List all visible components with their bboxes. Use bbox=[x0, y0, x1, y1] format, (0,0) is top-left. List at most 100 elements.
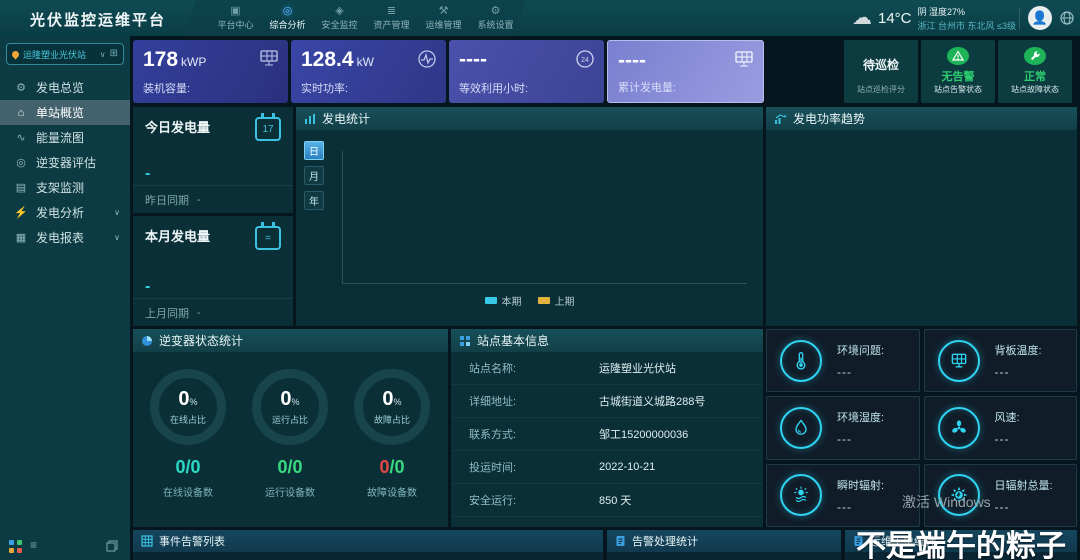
alarm-handling-stats-panel: 告警处理统计 bbox=[607, 530, 841, 560]
solar-panel-icon bbox=[259, 49, 279, 67]
toggle-month[interactable]: 月 bbox=[304, 166, 324, 185]
badge-alarm-status: 无告警 站点告警状态 bbox=[921, 40, 995, 103]
panel-title: 事件告警列表 bbox=[159, 536, 225, 548]
compare-label: 昨日同期 bbox=[145, 194, 189, 207]
count-running-devices: 0/0 运行设备数 bbox=[265, 457, 315, 499]
humidity-droplet-icon bbox=[780, 406, 822, 449]
legend-swatch bbox=[484, 297, 497, 304]
sidebar-item-generation-analysis[interactable]: ⚡ 发电分析 ∨ bbox=[0, 200, 130, 225]
info-row-address: 详细地址: 古城街道义城路288号 bbox=[451, 385, 763, 418]
main-nav: ▣ 平台中心 ◎ 综合分析 ◈ 安全监控 ≣ 资产管理 ⚒ 运维管理 ⚙ 系统设… bbox=[212, 0, 519, 36]
header-divider bbox=[1019, 7, 1020, 29]
period-toggles: 日 月 年 bbox=[304, 141, 324, 210]
kpi-value: 128.4 kW bbox=[301, 48, 374, 71]
sidebar-item-single-station-overview[interactable]: ⌂ 单站概览 bbox=[0, 100, 130, 125]
language-globe-icon[interactable] bbox=[1060, 11, 1074, 25]
toggle-year[interactable]: 年 bbox=[304, 191, 324, 210]
site-info-panel: 站点基本信息 站点名称: 运隆塑业光伏站 详细地址: 古城街道义城路288号 联… bbox=[451, 329, 763, 527]
panel-title: 逆变器状态统计 bbox=[159, 334, 244, 348]
bar-chart-icon bbox=[304, 113, 316, 125]
wrench-icon bbox=[1024, 47, 1046, 65]
badge-label: 站点告警状态 bbox=[934, 85, 982, 94]
station-switch-icon[interactable]: ⊞ bbox=[110, 49, 118, 59]
panel-header: 事件告警列表 bbox=[133, 530, 603, 552]
compare-footer: 昨日同期 - bbox=[133, 185, 293, 213]
kpi-value: 178 kWP bbox=[143, 48, 207, 71]
shield-icon: ◈ bbox=[335, 4, 344, 17]
weather-location: 浙江 台州市 东北风 ≤3级 bbox=[917, 20, 1016, 31]
nav-system-settings[interactable]: ⚙ 系统设置 bbox=[472, 0, 519, 36]
ring-fault-ratio: 0% 故障占比 bbox=[354, 369, 430, 445]
generation-statistics-panel: 发电统计 日 月 年 本期 上期 bbox=[296, 107, 763, 326]
legend-swatch bbox=[537, 297, 550, 304]
sidebar-item-label: 单站概览 bbox=[36, 106, 85, 120]
apps-grid-icon[interactable] bbox=[9, 540, 22, 553]
station-selector[interactable]: 运隆塑业光伏站 ∨ ⊞ bbox=[6, 43, 124, 65]
inverter-status-panel: 逆变器状态统计 0% 在线占比 0% 运行占比 0% 故障占比 0/0 在线设备… bbox=[133, 329, 448, 527]
tile-instant-irradiance: 瞬时辐射: --- bbox=[766, 463, 920, 527]
sidebar-item-generation-report[interactable]: ▦ 发电报表 ∨ bbox=[0, 225, 130, 250]
today-generation-card: 今日发电量 17 - 昨日同期 - bbox=[133, 107, 293, 213]
sidebar-item-energy-flow[interactable]: ∿ 能量流图 bbox=[0, 125, 130, 150]
weather-condition: 阴 湿度27% bbox=[917, 6, 966, 17]
weather-details: 阴 湿度27% 浙江 台州市 东北风 ≤3级 bbox=[918, 5, 1016, 32]
month-generation-value: - bbox=[145, 278, 151, 295]
calendar-icon: 17 bbox=[255, 113, 281, 141]
top-bar: 光伏监控运维平台 ▣ 平台中心 ◎ 综合分析 ◈ 安全监控 ≣ 资产管理 ⚒ 运… bbox=[0, 0, 1080, 36]
home-icon: ⌂ bbox=[17, 106, 25, 119]
panel-title: 发电统计 bbox=[322, 112, 371, 126]
station-name: 运隆塑业光伏站 bbox=[23, 49, 87, 60]
nav-security-monitor[interactable]: ◈ 安全监控 bbox=[316, 0, 363, 36]
analysis-icon: ◎ bbox=[282, 4, 293, 17]
toggle-day[interactable]: 日 bbox=[304, 141, 324, 160]
sidebar-item-label: 能量流图 bbox=[36, 131, 85, 145]
kpi-value: ---- bbox=[618, 49, 646, 72]
svg-text:24: 24 bbox=[581, 57, 589, 64]
sidebar-item-inverter-evaluation[interactable]: ◎ 逆变器评估 bbox=[0, 150, 130, 175]
chart-legend: 本期 上期 bbox=[296, 293, 763, 308]
chart-y-axis bbox=[342, 151, 343, 284]
nav-label: 运维管理 bbox=[425, 19, 462, 30]
user-avatar[interactable]: 👤 bbox=[1028, 6, 1052, 30]
nav-ops-management[interactable]: ⚒ 运维管理 bbox=[420, 0, 467, 36]
chart-x-axis bbox=[342, 283, 747, 284]
kpi-label: 装机容量: bbox=[143, 83, 191, 95]
panel-header: 发电功率趋势 bbox=[766, 107, 1077, 130]
alert-triangle-icon bbox=[947, 47, 969, 65]
info-row-contact: 联系方式: 邹工15200000036 bbox=[451, 418, 763, 451]
kpi-cumulative-generation: ---- 累计发电量: bbox=[607, 40, 764, 103]
weather-widget: ☁ 14°C 阴 湿度27% 浙江 台州市 东北风 ≤3级 bbox=[852, 0, 1016, 36]
app-title: 光伏监控运维平台 bbox=[30, 12, 167, 29]
solar-panel-icon bbox=[734, 50, 754, 68]
compare-footer: 上月同期 - bbox=[133, 298, 293, 326]
panel-title: 发电功率趋势 bbox=[793, 112, 866, 126]
info-row-commission-date: 投运时间: 2022-10-21 bbox=[451, 451, 763, 484]
nav-comprehensive-analysis[interactable]: ◎ 综合分析 bbox=[264, 0, 311, 36]
sidebar-item-bracket-monitoring[interactable]: ▤ 支架监测 bbox=[0, 175, 130, 200]
panel-header: 站点基本信息 bbox=[451, 329, 763, 352]
temperature: 14°C bbox=[878, 9, 912, 27]
cloud-icon: ☁ bbox=[852, 7, 872, 29]
window-restore-icon[interactable] bbox=[106, 540, 118, 552]
location-pin-icon bbox=[10, 49, 21, 59]
count-online-devices: 0/0 在线设备数 bbox=[163, 457, 213, 499]
fan-icon bbox=[937, 406, 980, 449]
sidebar-footer: ≡ bbox=[0, 538, 130, 556]
info-row-safe-operation: 安全运行: 850 天 bbox=[451, 484, 763, 517]
monitor-icon: ▤ bbox=[15, 182, 27, 194]
tile-wind-speed: 风速: --- bbox=[923, 396, 1077, 460]
nav-platform-center[interactable]: ▣ 平台中心 bbox=[212, 0, 259, 36]
nav-asset-management[interactable]: ≣ 资产管理 bbox=[368, 0, 415, 36]
analysis-bolt-icon: ⚡ bbox=[14, 207, 28, 219]
sidebar-item-label: 发电总览 bbox=[36, 81, 85, 95]
panel-header: 逆变器状态统计 bbox=[133, 329, 448, 352]
collapse-menu-icon[interactable]: ≡ bbox=[30, 538, 37, 552]
sidebar: 运隆塑业光伏站 ∨ ⊞ ⚙ 发电总览 ⌂ 单站概览 ∿ 能量流图 ◎ 逆变器评估… bbox=[0, 36, 130, 560]
badge-inspection-score: 待巡检 站点巡检评分 bbox=[844, 40, 918, 103]
nav-label: 平台中心 bbox=[217, 19, 254, 30]
chevron-down-icon: ∨ bbox=[114, 208, 120, 217]
sidebar-item-generation-overview[interactable]: ⚙ 发电总览 bbox=[0, 75, 130, 100]
flow-icon: ∿ bbox=[16, 132, 26, 144]
compare-label: 上月同期 bbox=[145, 307, 189, 320]
kpi-label: 累计发电量: bbox=[618, 82, 677, 94]
